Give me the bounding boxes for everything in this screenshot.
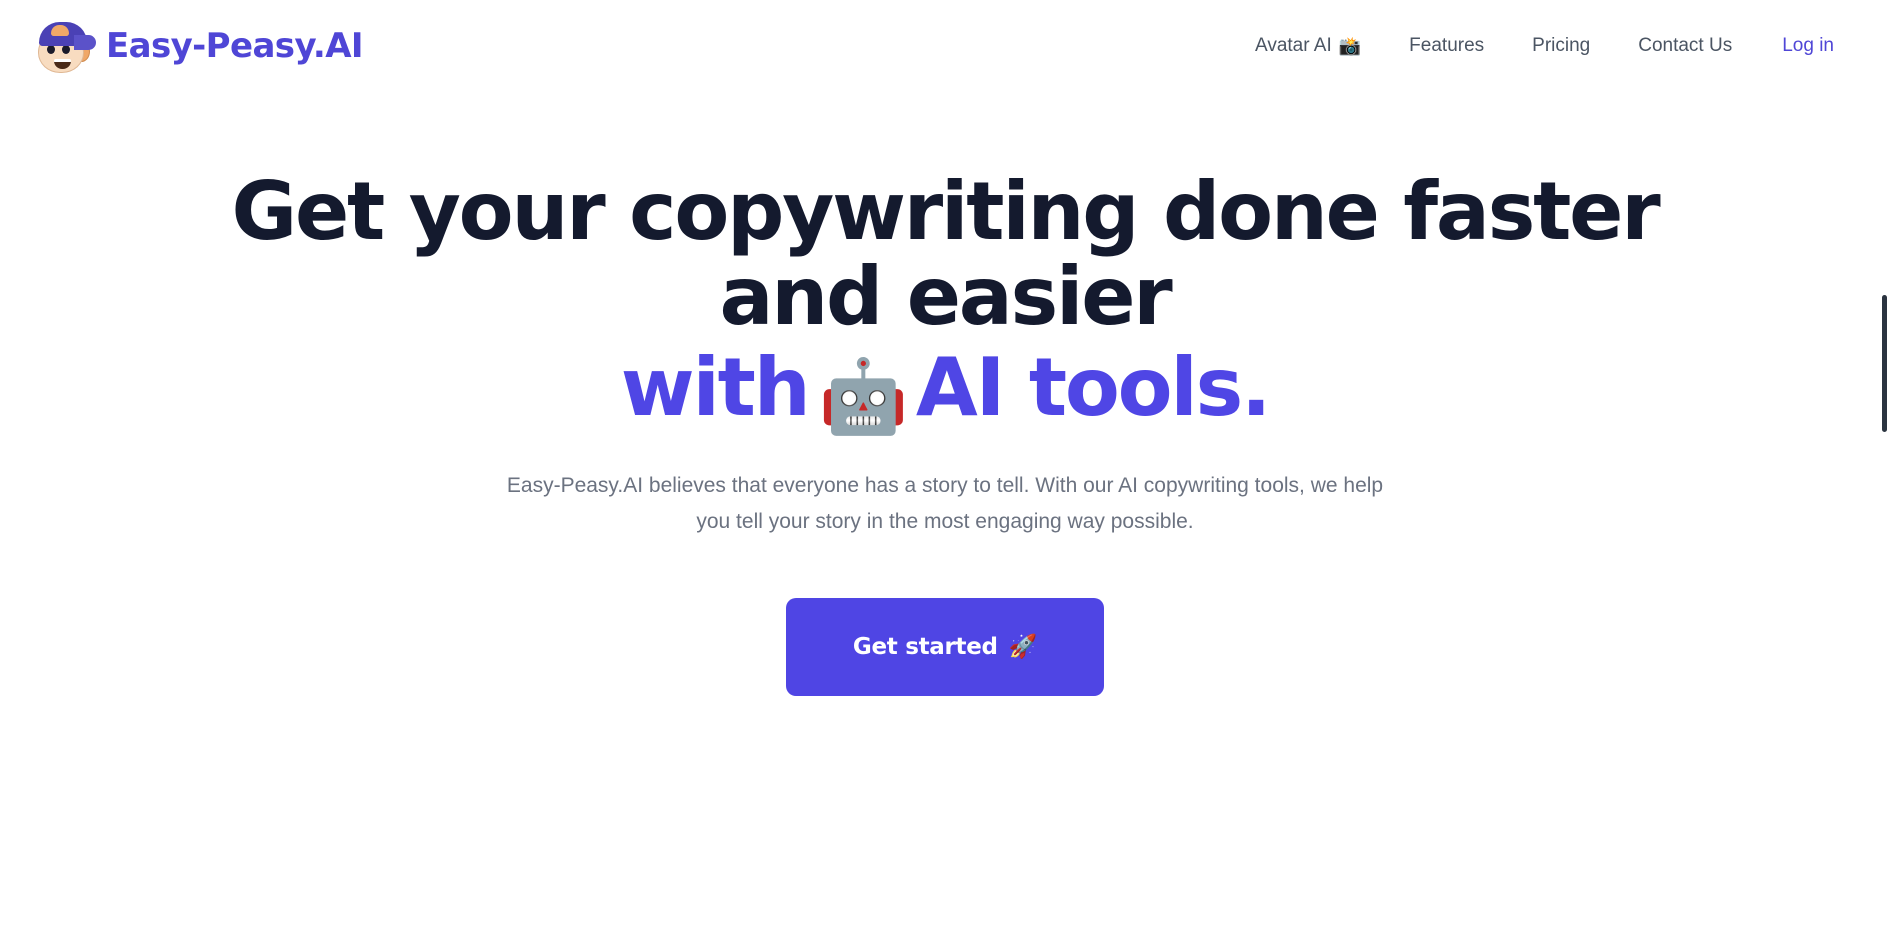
nav-item-pricing[interactable]: Pricing [1508,27,1614,65]
robot-icon: 🤖 [818,353,908,438]
nav-item-avatar-ai[interactable]: Avatar AI 📸 [1231,27,1385,65]
camera-with-flash-icon: 📸 [1338,36,1362,56]
nav-item-label: Avatar AI [1254,35,1332,56]
page-scrollbar[interactable] [1876,0,1890,944]
hero-heading: Get your copywriting done faster and eas… [125,169,1765,434]
nav-item-features[interactable]: Features [1385,27,1508,65]
brand-logo-link[interactable]: Easy-Peasy.AI [34,15,364,77]
mascot-face-icon [34,15,96,77]
nav-item-label: Log in [1782,35,1834,56]
rocket-icon: 🚀 [1008,633,1038,660]
nav-item-label: Pricing [1532,35,1591,56]
page-scrollbar-thumb[interactable] [1882,295,1887,432]
nav-item-contact-us[interactable]: Contact Us [1614,27,1756,65]
nav-item-label: Contact Us [1638,35,1733,56]
main-nav: Avatar AI 📸 Features Pricing Contact Us … [1231,27,1834,65]
hero-heading-accent: with 🤖 AI tools. [165,345,1725,434]
site-header: Easy-Peasy.AI Avatar AI 📸 Features Prici… [0,0,1890,92]
hero-heading-accent-suffix: AI tools. [915,340,1272,434]
nav-item-log-in[interactable]: Log in [1756,27,1834,65]
hero-description: Easy-Peasy.AI believes that everyone has… [506,473,1384,534]
hero-heading-accent-prefix: with [620,340,811,434]
get-started-button[interactable]: Get started 🚀 [786,598,1104,697]
hero-cta-container: Get started 🚀 [786,598,1104,697]
brand-name: Easy-Peasy.AI [106,26,364,66]
get-started-button-label: Get started [852,634,998,661]
hero-heading-main: Get your copywriting done faster and eas… [231,165,1661,343]
nav-item-label: Features [1409,35,1485,56]
hero-section: Get your copywriting done faster and eas… [0,92,1890,697]
